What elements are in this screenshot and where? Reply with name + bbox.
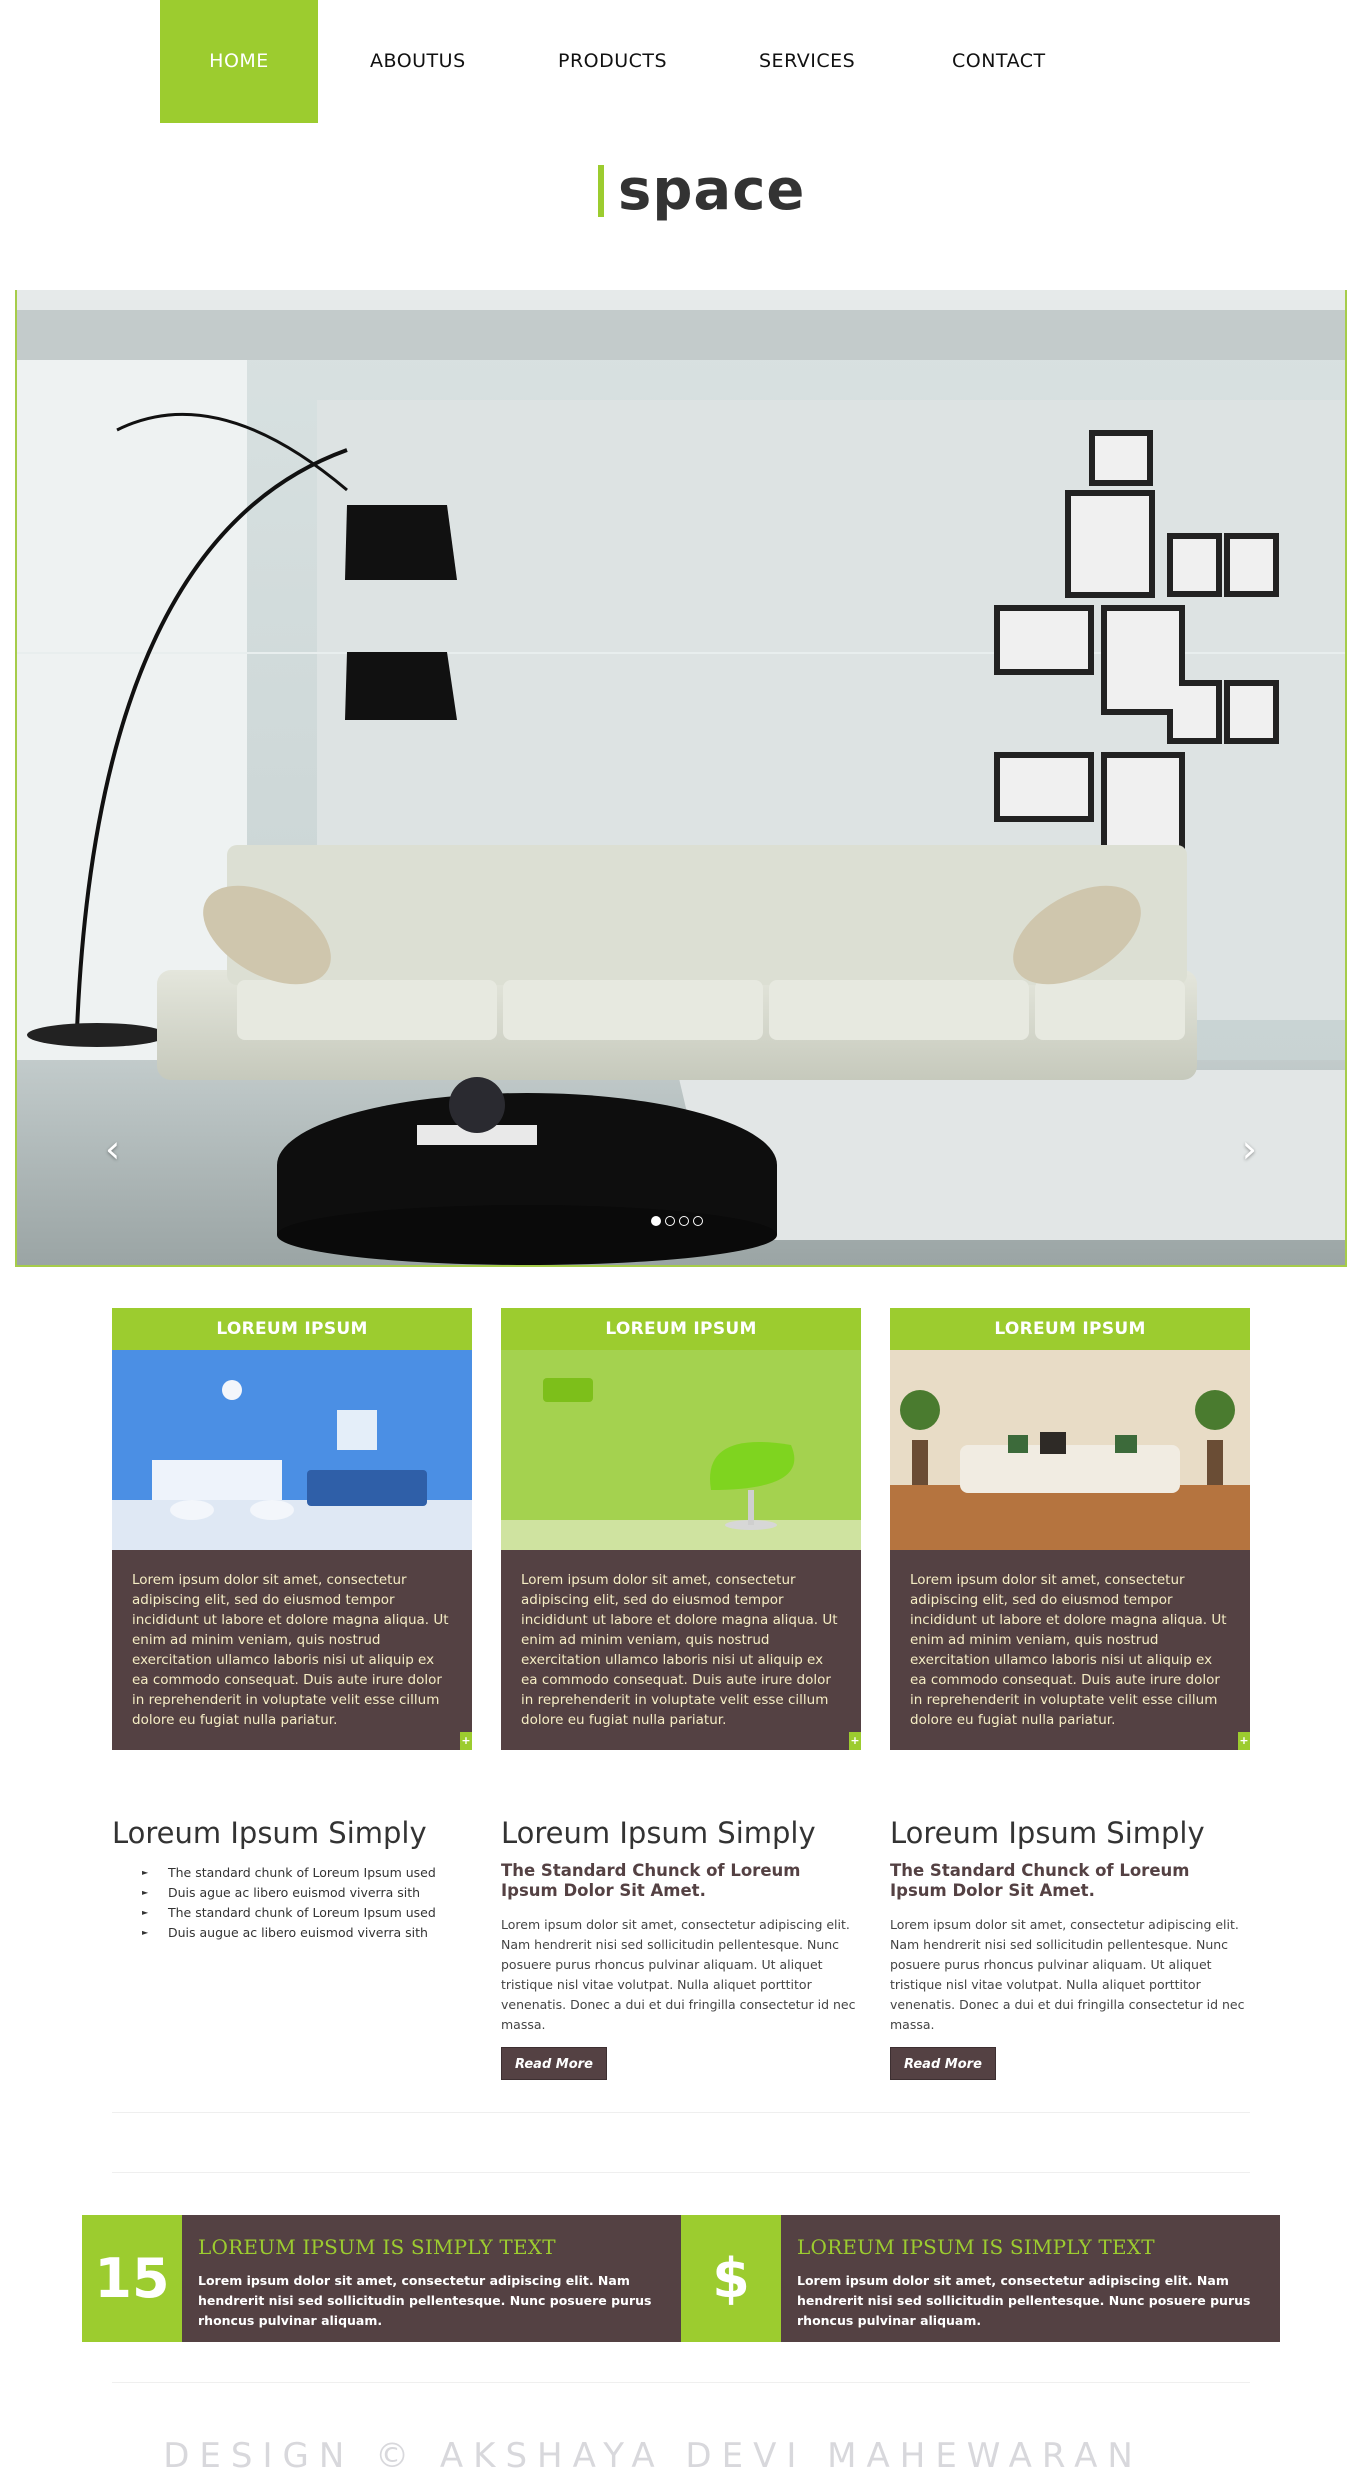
slider-dot-4[interactable] [693, 1216, 703, 1226]
slider-dots [651, 1216, 703, 1226]
feature-title: LOREUM IPSUM IS SIMPLY TEXT [198, 2235, 556, 2259]
feature-title: LOREUM IPSUM IS SIMPLY TEXT [797, 2235, 1155, 2259]
column-title: Loreum Ipsum Simply [890, 1816, 1205, 1850]
column-subtitle: The Standard Chunck of Loreum Ipsum Dolo… [890, 1861, 1190, 1900]
list-item: The standard chunk of Loreum Ipsum used [142, 1903, 472, 1923]
feature-box: 15 LOREUM IPSUM IS SIMPLY TEXT Lorem ips… [82, 2215, 681, 2342]
column-body: Lorem ipsum dolor sit amet, consectetur … [501, 1917, 856, 2032]
card-image-blue-room [112, 1350, 472, 1550]
card-text: Lorem ipsum dolor sit amet, consectetur … [132, 1572, 449, 1728]
feature-card: LOREUM IPSUM Lorem ipsum dolor sit amet,… [112, 1308, 472, 1750]
slider-next-icon[interactable]: › [1242, 1130, 1257, 1168]
feature-card: LOREUM IPSUM Lorem ipsum dolor sit amet,… [501, 1308, 861, 1750]
list-item: Duis augue ac libero euismod viverra sit… [142, 1923, 472, 1943]
slider-dot-3[interactable] [679, 1216, 689, 1226]
feature-body: Lorem ipsum dolor sit amet, consectetur … [198, 2273, 652, 2328]
column-subtitle: The Standard Chunck of Loreum Ipsum Dolo… [501, 1861, 801, 1900]
nav-aboutus[interactable]: ABOUTUS [370, 0, 466, 123]
info-column: Loreum Ipsum Simply The Standard Chunck … [890, 1815, 1250, 2080]
nav-contact[interactable]: CONTACT [952, 0, 1046, 123]
divider [112, 2172, 1250, 2173]
divider [112, 2112, 1250, 2113]
card-text: Lorem ipsum dolor sit amet, consectetur … [521, 1572, 838, 1728]
column-title: Loreum Ipsum Simply [112, 1816, 427, 1850]
slider-dot-1[interactable] [651, 1216, 661, 1226]
card-text: Lorem ipsum dolor sit amet, consectetur … [910, 1572, 1227, 1728]
column-title: Loreum Ipsum Simply [501, 1816, 816, 1850]
slider-dot-2[interactable] [665, 1216, 675, 1226]
card-title: LOREUM IPSUM [112, 1308, 472, 1350]
list-item: Duis ague ac libero euismod viverra sith [142, 1883, 472, 1903]
card-title: LOREUM IPSUM [501, 1308, 861, 1350]
footer-credit: DESIGN © AKSHAYA DEVI MAHEWARAN [163, 2436, 1143, 2476]
hero-living-room-image [17, 290, 1345, 1265]
card-more-icon[interactable]: + [849, 1732, 861, 1750]
hero-slider: ‹ › [15, 290, 1347, 1267]
column-body: Lorem ipsum dolor sit amet, consectetur … [890, 1917, 1245, 2032]
info-column: Loreum Ipsum Simply The Standard Chunck … [501, 1815, 861, 2080]
slider-prev-icon[interactable]: ‹ [105, 1130, 120, 1168]
logo-text: space [618, 158, 806, 223]
card-more-icon[interactable]: + [1238, 1732, 1250, 1750]
card-image-beige-room [890, 1350, 1250, 1550]
logo-accent-bar [598, 164, 604, 217]
list-item: The standard chunk of Loreum Ipsum used [142, 1863, 472, 1883]
read-more-button[interactable]: Read More [501, 2047, 607, 2080]
site-logo[interactable]: space [598, 158, 805, 223]
bullet-list: The standard chunk of Loreum Ipsum used … [112, 1863, 472, 1943]
nav-home[interactable]: HOME [160, 0, 318, 123]
card-image-green-room [501, 1350, 861, 1550]
card-title: LOREUM IPSUM [890, 1308, 1250, 1350]
feature-card: LOREUM IPSUM Lorem ipsum dolor sit amet,… [890, 1308, 1250, 1750]
nav-products[interactable]: PRODUCTS [558, 0, 667, 123]
feature-body: Lorem ipsum dolor sit amet, consectetur … [797, 2273, 1251, 2328]
feature-box: $ LOREUM IPSUM IS SIMPLY TEXT Lorem ipsu… [681, 2215, 1280, 2342]
nav-services[interactable]: SERVICES [759, 0, 855, 123]
card-more-icon[interactable]: + [460, 1732, 472, 1750]
read-more-button[interactable]: Read More [890, 2047, 996, 2080]
divider [112, 2382, 1250, 2383]
feature-badge: 15 [82, 2215, 182, 2342]
info-column-list: Loreum Ipsum Simply The standard chunk o… [112, 1815, 472, 1943]
dollar-icon: $ [681, 2215, 781, 2342]
